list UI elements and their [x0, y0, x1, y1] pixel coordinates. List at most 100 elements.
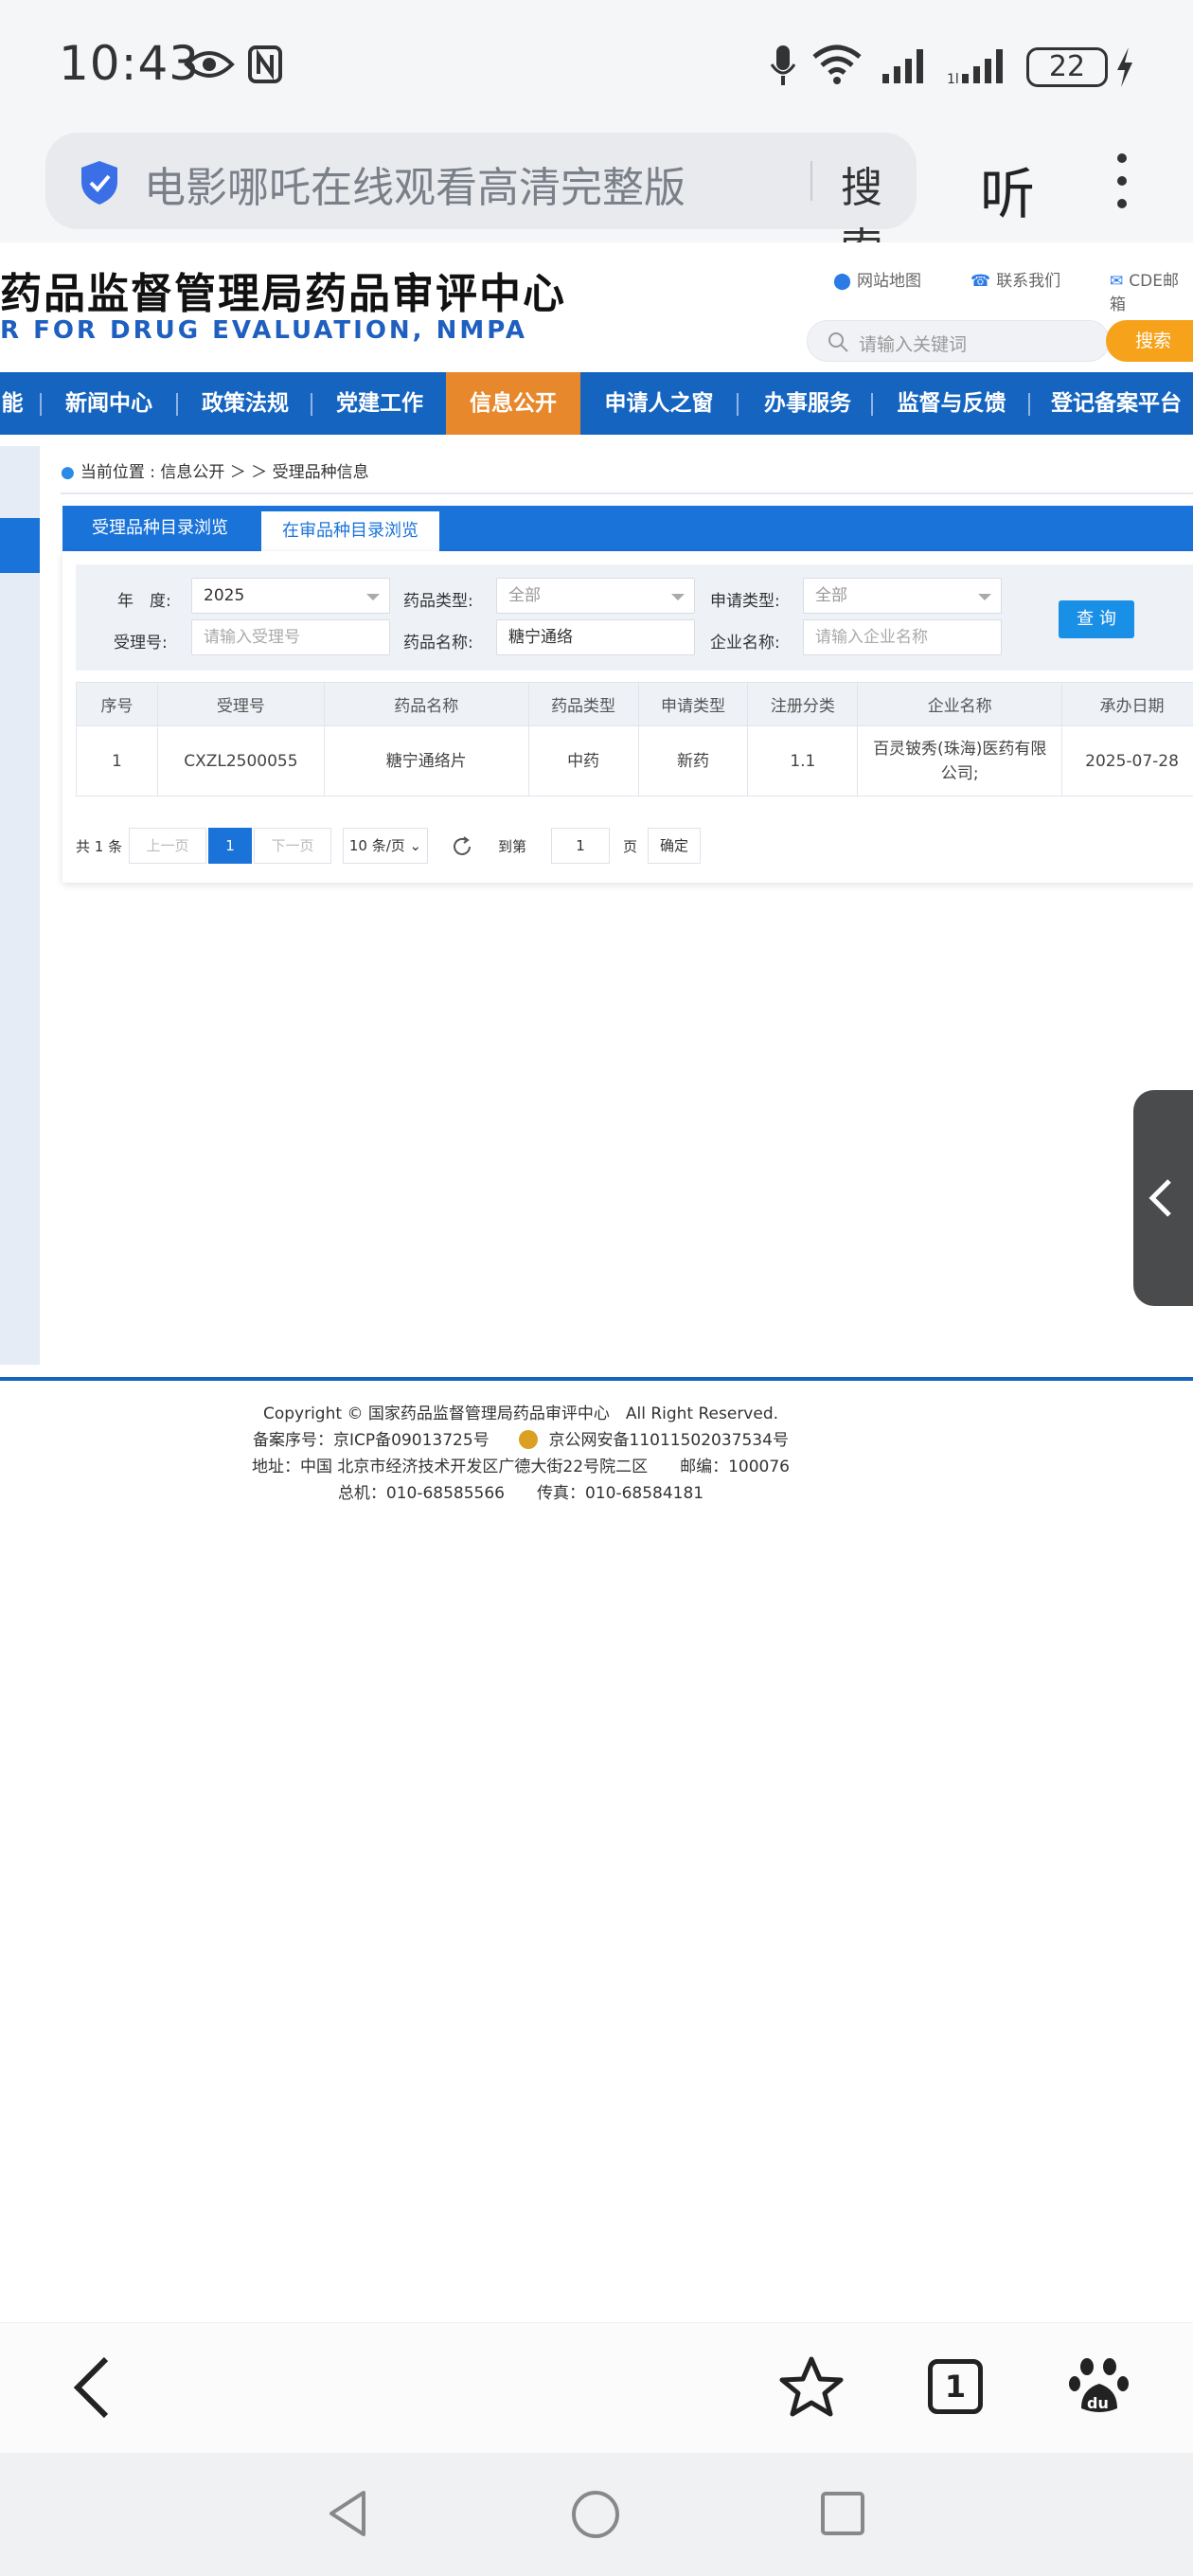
col-header-drug-type: 药品类型 [527, 682, 639, 726]
accept-no-input[interactable]: 请输入受理号 [191, 619, 390, 655]
col-header-category: 注册分类 [747, 682, 859, 726]
query-button[interactable]: 查 询 [1059, 600, 1134, 638]
shield-icon [81, 161, 117, 205]
apply-type-select[interactable]: 全部 [803, 578, 1002, 614]
company-input[interactable]: 请输入企业名称 [803, 619, 1002, 655]
signal-icon-2: 1l [947, 49, 1003, 85]
contact-label: 联系我们 [996, 272, 1061, 291]
nav-item-0[interactable]: 能 [0, 372, 25, 435]
site-subtitle: R FOR DRUG EVALUATION, NMPA [0, 316, 528, 345]
tab-accepted[interactable]: 受理品种目录浏览 [62, 506, 258, 551]
browser-bar: 电影哪吒在线观看高清完整版 搜索 听 [0, 133, 1193, 273]
site-search-button[interactable]: 搜索 [1106, 320, 1193, 362]
nav-item-services[interactable]: 办事服务 [748, 372, 867, 435]
pager-page-1[interactable]: 1 [208, 828, 252, 864]
phone-icon: ☎ [970, 272, 991, 291]
refresh-icon[interactable] [451, 835, 473, 858]
year-value: 2025 [204, 586, 245, 605]
cell-category: 1.1 [747, 725, 859, 796]
accept-no-label: 受理号: [114, 634, 168, 653]
location-pin-icon: ● [61, 463, 75, 482]
site-search-placeholder: 请输入关键词 [859, 334, 968, 355]
listen-button[interactable]: 听 [980, 150, 1035, 229]
divider [810, 161, 812, 201]
site-title: 药品监督管理局药品审评中心 [0, 270, 566, 318]
left-sidebar [0, 446, 40, 1365]
goto-confirm-button[interactable]: 确定 [648, 828, 701, 864]
cell-drug-type: 中药 [527, 725, 639, 796]
nav-item-info-public[interactable]: 信息公开 [446, 372, 580, 435]
col-header-accept-no: 受理号 [156, 682, 325, 726]
wifi-icon [812, 45, 862, 84]
cell-drug-name: 糖宁通络片 [323, 725, 529, 796]
charging-icon [1117, 47, 1132, 87]
nav-item-policy[interactable]: 政策法规 [186, 372, 305, 435]
police-badge-icon [519, 1430, 539, 1449]
footer-icp[interactable]: 备案序号：京ICP备09013725号 [253, 1431, 490, 1450]
chevron-down-icon [671, 594, 685, 600]
drug-type-select[interactable]: 全部 [496, 578, 695, 614]
col-header-company: 企业名称 [857, 682, 1063, 726]
nav-item-feedback[interactable]: 监督与反馈 [881, 372, 1023, 435]
sidebar-active-item[interactable] [0, 518, 40, 573]
page-size-select[interactable]: 10 条/页 ⌄ [343, 828, 428, 864]
table-row[interactable]: 1 CXZL2500055 糖宁通络片 中药 新药 1.1 百灵铍秀(珠海)医药… [76, 725, 1193, 796]
cell-date: 2025-07-28 [1061, 725, 1193, 796]
nav-divider [176, 393, 178, 416]
nav-divider [311, 393, 312, 416]
breadcrumb: ● 当前位置 : 信息公开 ＞ ＞ 受理品种信息 [61, 458, 369, 482]
back-icon[interactable] [70, 2355, 116, 2420]
page-size-value: 10 条/页 [348, 837, 405, 854]
svg-text:du: du [1087, 2394, 1109, 2412]
nav-back-icon[interactable] [326, 2489, 369, 2538]
nav-divider [737, 393, 739, 416]
more-menu-icon[interactable] [1108, 150, 1136, 212]
nav-divider [40, 393, 42, 416]
apply-type-label: 申请类型: [710, 592, 780, 611]
goto-page-input[interactable]: 1 [551, 828, 610, 864]
mic-icon [770, 45, 796, 85]
side-drawer-handle[interactable] [1133, 1090, 1193, 1306]
browser-search-box[interactable]: 电影哪吒在线观看高清完整版 搜索 [45, 133, 917, 273]
nav-recents-icon[interactable] [820, 2491, 865, 2536]
footer-police[interactable]: 京公网安备11011502037534号 [549, 1431, 789, 1450]
baidu-paw-icon[interactable]: du [1068, 2355, 1131, 2418]
chevron-left-icon [1148, 1179, 1171, 1217]
pager-prev-button[interactable]: 上一页 [129, 828, 206, 864]
year-select[interactable]: 2025 [191, 578, 390, 614]
results-card: 年 度: 2025 药品类型: 全部 申请类型: 全部 受理号: 请输入受理号 … [62, 551, 1193, 883]
site-search-input[interactable]: 请输入关键词 [807, 320, 1110, 362]
nav-item-registration[interactable]: 登记备案平台 [1040, 372, 1193, 435]
tab-under-review[interactable]: 在审品种目录浏览 [261, 511, 439, 551]
browser-search-query[interactable]: 电影哪吒在线观看高清完整版 [144, 153, 686, 214]
nav-home-icon[interactable] [570, 2489, 621, 2540]
drug-name-input[interactable]: 糖宁通络 [496, 619, 695, 655]
nav-item-news[interactable]: 新闻中心 [49, 372, 169, 435]
mail-icon: ✉ [1110, 272, 1124, 291]
cell-apply-type: 新药 [637, 725, 749, 796]
nav-item-party[interactable]: 党建工作 [320, 372, 439, 435]
pager-total: 共 1 条 [76, 838, 123, 855]
contact-link[interactable]: ☎ 联系我们 [970, 267, 1060, 291]
star-icon[interactable] [778, 2355, 845, 2418]
divider [61, 492, 1193, 494]
eye-icon [184, 51, 235, 78]
footer-address: 地址：中国 北京市经济技术开发区广德大街22号院二区 邮编：100076 [252, 1458, 790, 1476]
chevron-down-icon [366, 594, 380, 600]
tabs-count-button[interactable]: 1 [928, 2359, 983, 2414]
company-label: 企业名称: [710, 634, 780, 653]
drug-type-value: 全部 [508, 586, 541, 605]
svg-text:1l: 1l [947, 72, 959, 85]
footer-phone: 总机：010-68585566 传真：010-68584181 [337, 1484, 704, 1503]
website-content: 药品监督管理局药品审评中心 R FOR DRUG EVALUATION, NMP… [0, 242, 1193, 1379]
location-icon: ⬤ [833, 272, 852, 291]
chevron-down-icon [978, 594, 991, 600]
sitemap-link[interactable]: ⬤ 网站地图 [833, 267, 921, 291]
battery-indicator: 22 [1026, 47, 1108, 87]
nav-item-applicant[interactable]: 申请人之窗 [589, 372, 729, 435]
mail-link[interactable]: ✉ CDE邮箱 [1110, 267, 1193, 314]
pager-next-button[interactable]: 下一页 [254, 828, 331, 864]
year-label: 年 度: [117, 592, 171, 611]
signal-icon [882, 49, 923, 83]
table-header-row: 序号 受理号 药品名称 药品类型 申请类型 注册分类 企业名称 承办日期 [76, 682, 1193, 726]
